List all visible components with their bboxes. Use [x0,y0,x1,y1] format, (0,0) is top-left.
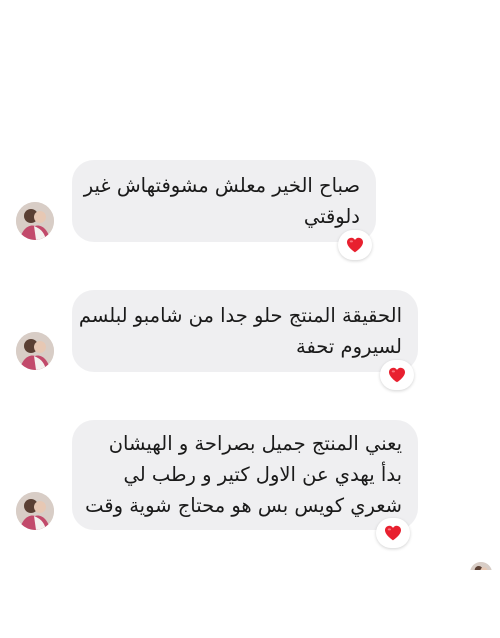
heart-reaction[interactable] [338,230,372,260]
heart-reaction[interactable] [380,360,414,390]
heart-icon [389,367,405,383]
message-text: لسيروم تحفة [295,335,402,358]
heart-icon [347,237,363,253]
heart-icon [385,525,401,541]
message-text: يعني المنتج جميل بصراحة و الهيشان [108,432,402,455]
sender-avatar[interactable] [16,202,54,240]
heart-reaction[interactable] [376,518,410,548]
message-bubble[interactable]: صباح الخير معلش مشوفتهاش غير دلوقتي [72,160,376,242]
message-text: دلوقتي [303,205,360,228]
sender-avatar[interactable] [16,332,54,370]
sender-avatar[interactable] [16,492,54,530]
message-text: الحقيقة المنتج حلو جدا من شامبو لبلسم [78,304,402,327]
bottom-cover [0,570,500,638]
message-text: شعري كويس بس هو محتاج شوية وقت [85,494,402,517]
message-bubble[interactable]: الحقيقة المنتج حلو جدا من شامبو لبلسم لس… [72,290,418,372]
message-text: بدأ يهدي عن الاول كتير و رطب لي [123,463,403,486]
message-bubble[interactable]: يعني المنتج جميل بصراحة و الهيشان بدأ يه… [72,420,418,530]
message-text: صباح الخير معلش مشوفتهاش غير [83,174,360,197]
